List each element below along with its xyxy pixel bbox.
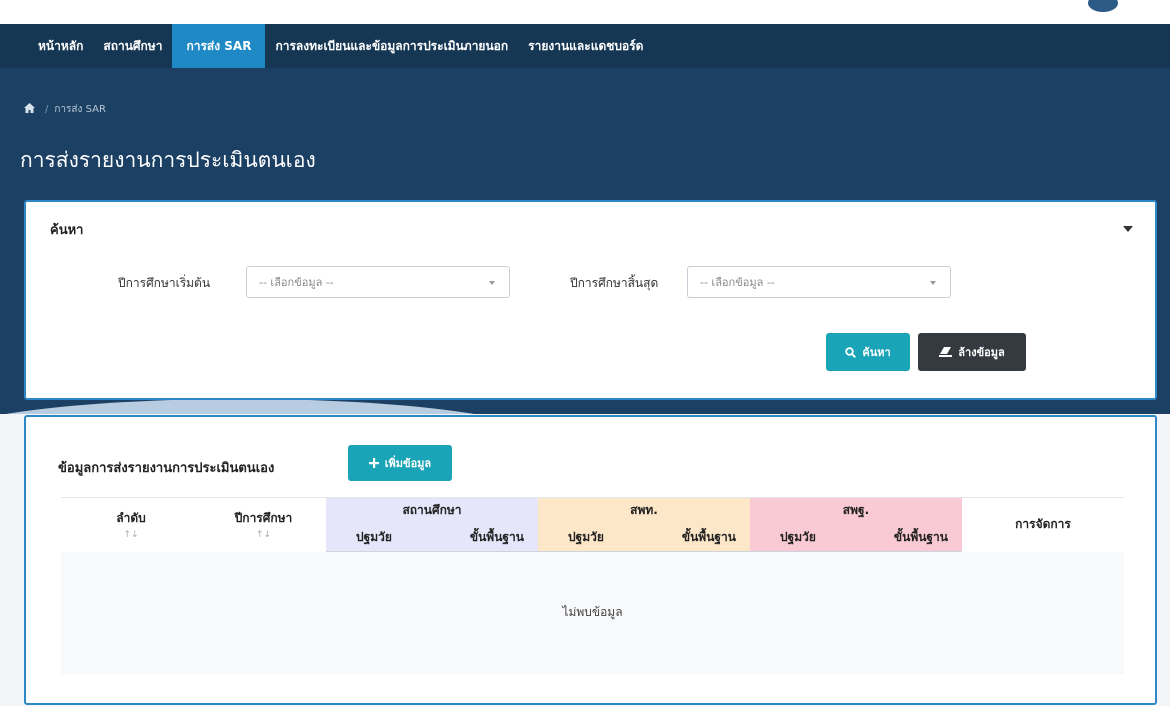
column-header-seq[interactable]: ลำดับ ↑↓	[61, 497, 201, 552]
search-icon	[845, 346, 857, 358]
data-panel: ข้อมูลการส่งรายงานการประเมินตนเอง เพิ่มข…	[24, 415, 1157, 705]
breadcrumb: / การส่ง SAR	[24, 102, 106, 117]
column-header-year[interactable]: ปีการศึกษา ↑↓	[201, 497, 326, 552]
search-button[interactable]: ค้นหา	[826, 333, 910, 371]
collapse-caret-icon[interactable]	[1123, 226, 1133, 232]
chevron-down-icon	[489, 281, 495, 285]
nav-item-reports[interactable]: รายงานและแดชบอร์ด	[518, 24, 653, 68]
sar-table: ลำดับ ↑↓ ปีการศึกษา ↑↓ สถานศึกษา สพท. สพ…	[61, 497, 1124, 674]
nav-item-registration[interactable]: การลงทะเบียนและข้อมูลการประเมินภายนอก	[265, 24, 518, 68]
start-year-select-value: -- เลือกข้อมูล --	[259, 276, 334, 289]
subheader-school-basic: ขั้นพื้นฐาน	[430, 523, 538, 552]
group-header-spr: สพฐ.	[749, 497, 962, 524]
column-header-year-label: ปีการศึกษา	[234, 511, 293, 526]
end-year-select[interactable]: -- เลือกข้อมูล --	[687, 266, 951, 298]
breadcrumb-current: การส่ง SAR	[54, 104, 106, 115]
search-panel: ค้นหา ปีการศึกษาเริ่มต้น -- เลือกข้อมูล …	[24, 200, 1157, 400]
add-data-button-label: เพิ่มข้อมูล	[384, 457, 432, 470]
group-header-spt: สพท.	[537, 497, 750, 524]
add-data-button[interactable]: เพิ่มข้อมูล	[348, 445, 452, 481]
top-banner-strip	[0, 0, 1170, 24]
home-icon[interactable]	[24, 103, 35, 116]
sort-icon[interactable]: ↑↓	[61, 530, 201, 540]
chevron-down-icon	[930, 281, 936, 285]
nav-item-school[interactable]: สถานศึกษา	[93, 24, 172, 68]
column-header-seq-label: ลำดับ	[116, 511, 146, 526]
eraser-icon	[939, 347, 953, 357]
main-navbar: หน้าหลัก สถานศึกษา การส่ง SAR การลงทะเบี…	[0, 24, 1170, 68]
clear-button[interactable]: ล้างข้อมูล	[918, 333, 1026, 371]
breadcrumb-separator: /	[45, 104, 49, 115]
clear-button-label: ล้างข้อมูล	[958, 346, 1005, 359]
column-header-manage: การจัดการ	[962, 497, 1124, 552]
end-year-select-value: -- เลือกข้อมูล --	[700, 276, 775, 289]
plus-icon	[368, 458, 379, 468]
start-year-select[interactable]: -- เลือกข้อมูล --	[246, 266, 510, 298]
subheader-school-early: ปฐมวัย	[326, 523, 431, 552]
decorative-wave	[0, 399, 540, 414]
nav-item-home[interactable]: หน้าหลัก	[28, 24, 93, 68]
subheader-spr-basic: ขั้นพื้นฐาน	[854, 523, 962, 552]
sort-icon[interactable]: ↑↓	[201, 530, 326, 540]
subheader-spr-early: ปฐมวัย	[749, 523, 855, 552]
empty-table-message: ไม่พบข้อมูล	[61, 551, 1124, 674]
search-button-label: ค้นหา	[862, 346, 891, 359]
data-panel-title: ข้อมูลการส่งรายงานการประเมินตนเอง	[58, 461, 275, 476]
subheader-spt-basic: ขั้นพื้นฐาน	[642, 523, 750, 552]
group-header-school: สถานศึกษา	[326, 497, 538, 524]
subheader-spt-early: ปฐมวัย	[537, 523, 643, 552]
logo-badge	[1088, 0, 1118, 12]
start-year-label: ปีการศึกษาเริ่มต้น	[118, 276, 211, 290]
search-panel-title: ค้นหา	[50, 223, 84, 238]
page-title: การส่งรายงานการประเมินตนเอง	[20, 148, 316, 172]
end-year-label: ปีการศึกษาสิ้นสุด	[570, 276, 659, 290]
nav-item-sar[interactable]: การส่ง SAR	[172, 24, 266, 68]
